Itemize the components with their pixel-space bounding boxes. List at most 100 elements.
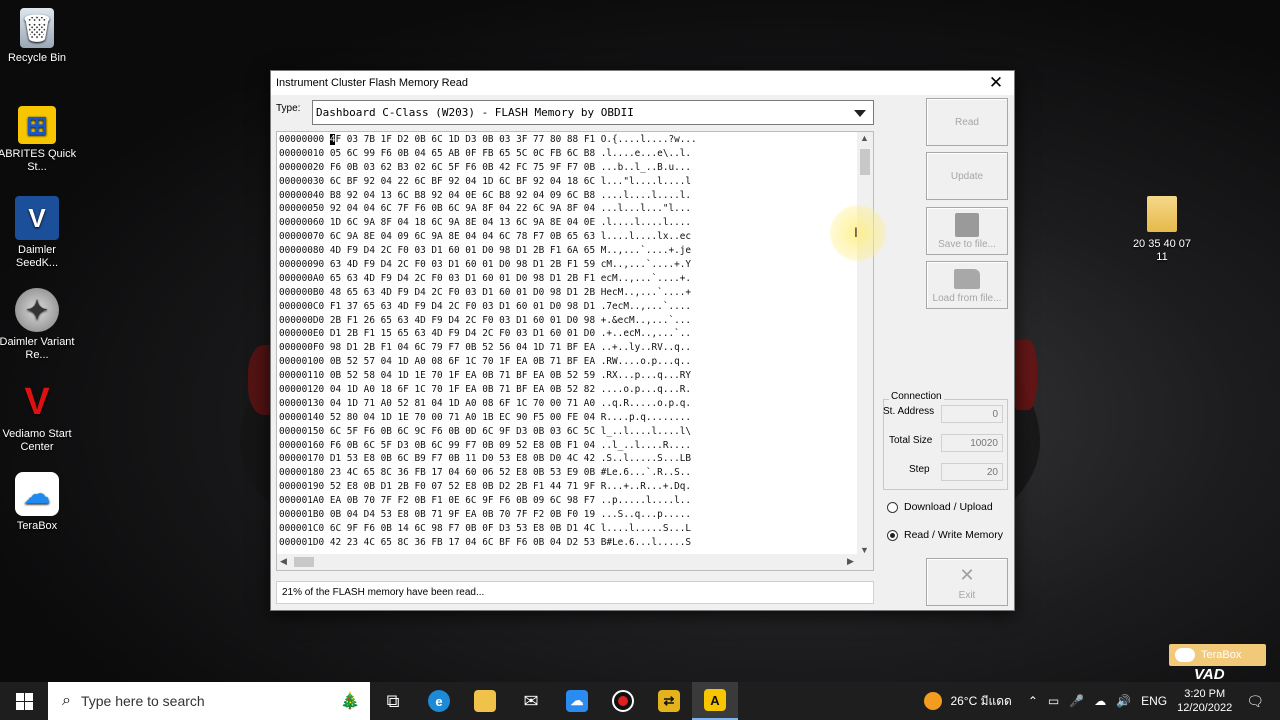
- hex-view[interactable]: 00000000 4F 03 7B 1F D2 0B 6C 1D D3 0B 0…: [276, 131, 874, 571]
- hex-bytes[interactable]: 4D F9 D4 2C F0 03 D1 60 01 D0 98 D1 2B F…: [330, 245, 595, 256]
- hex-bytes[interactable]: 05 6C 99 F6 0B 04 65 AB 0F FB 65 5C 0C F…: [330, 148, 595, 159]
- exit-button[interactable]: ✕ Exit: [926, 558, 1008, 606]
- horizontal-scrollbar[interactable]: ◀ ▶: [277, 554, 873, 570]
- chevron-down-icon[interactable]: [854, 110, 866, 117]
- window-title: Instrument Cluster Flash Memory Read: [276, 77, 468, 89]
- hex-bytes[interactable]: 2B F1 26 65 63 4D F9 D4 2C F0 03 D1 60 0…: [330, 315, 595, 326]
- hex-bytes[interactable]: 4F 03 7B 1F D2 0B 6C 1D D3 0B 03 3F 77 8…: [329, 134, 595, 145]
- taskbar-search[interactable]: ⌕ Type here to search 🎄: [48, 682, 370, 720]
- taskbar-explorer[interactable]: [462, 682, 508, 720]
- desktop-icon-recycle-bin[interactable]: 🗑 Recycle Bin: [0, 8, 77, 65]
- step-field[interactable]: 20: [941, 463, 1003, 481]
- hex-bytes[interactable]: 04 1D A0 18 6F 1C 70 1F EA 0B 71 BF EA 0…: [330, 384, 595, 395]
- taskbar: ⌕ Type here to search 🎄 ⧉ e ✉ ☁ ⇄ A 26°C…: [0, 682, 1280, 720]
- window-titlebar[interactable]: Instrument Cluster Flash Memory Read ✕: [271, 71, 1014, 95]
- load-from-file-button[interactable]: Load from file...: [926, 261, 1008, 309]
- hex-bytes[interactable]: 98 D1 2B F1 04 6C 79 F7 0B 52 56 04 1D 7…: [330, 342, 595, 353]
- start-button[interactable]: [0, 682, 48, 720]
- hex-bytes[interactable]: 6C BF 92 04 22 6C BF 92 04 1D 6C BF 92 0…: [330, 176, 595, 187]
- desktop-folder[interactable]: 20 35 40 07 11: [1132, 196, 1192, 264]
- taskbar-recorder[interactable]: [600, 682, 646, 720]
- hex-bytes[interactable]: 65 63 4D F9 D4 2C F0 03 D1 60 01 D0 98 D…: [330, 273, 595, 284]
- terabox-notification[interactable]: TeraBox: [1169, 644, 1266, 666]
- hex-bytes[interactable]: F1 37 65 63 4D F9 D4 2C F0 03 D1 60 01 D…: [330, 301, 595, 312]
- download-upload-radio[interactable]: Download / Upload: [887, 501, 993, 513]
- type-dropdown[interactable]: Dashboard C-Class (W203) - FLASH Memory …: [312, 100, 874, 125]
- hex-address: 00000020: [279, 161, 330, 173]
- hex-address: 000001A0: [279, 495, 330, 507]
- daimler-seedkey-icon: V: [15, 196, 59, 240]
- taskbar-app-yellow[interactable]: ⇄: [646, 682, 692, 720]
- flash-memory-window: Instrument Cluster Flash Memory Read ✕ T…: [270, 70, 1015, 611]
- hex-bytes[interactable]: 6C 9A 8E 04 09 6C 9A 8E 04 04 6C 78 F7 0…: [330, 231, 595, 242]
- hex-bytes[interactable]: 92 04 04 6C 7F F6 0B 6C 9A 8F 04 22 6C 9…: [330, 203, 595, 214]
- hex-bytes[interactable]: B8 92 04 13 6C B8 92 04 0E 6C B8 92 04 0…: [330, 190, 595, 201]
- hex-row: 000001D0 42 23 4C 65 8C 36 FB 17 04 6C B…: [279, 536, 859, 550]
- hex-bytes[interactable]: 52 80 04 1D 1E 70 00 71 A0 1B EC 90 F5 0…: [330, 412, 595, 423]
- desktop-icon-terabox[interactable]: ☁ TeraBox: [0, 472, 77, 533]
- chevron-up-icon[interactable]: ⌃: [1028, 694, 1038, 708]
- hex-ascii: ..p.....l....l..: [595, 495, 692, 507]
- hex-address: 00000030: [279, 175, 330, 187]
- hex-bytes[interactable]: 6C 9F F6 0B 14 6C 98 F7 0B 0F D3 53 E8 0…: [330, 523, 595, 534]
- hex-bytes[interactable]: 48 65 63 4D F9 D4 2C F0 03 D1 60 01 D0 9…: [330, 287, 595, 298]
- hex-row: 00000070 6C 9A 8E 04 09 6C 9A 8E 04 04 6…: [279, 230, 859, 244]
- hex-bytes[interactable]: 0B 52 58 04 1D 1E 70 1F EA 0B 71 BF EA 0…: [330, 370, 595, 381]
- hex-bytes[interactable]: 1D 6C 9A 8F 04 18 6C 9A 8E 04 13 6C 9A 8…: [330, 217, 595, 228]
- cloud-sync-icon[interactable]: ☁: [1094, 694, 1106, 708]
- desktop-icon-daimler-variant[interactable]: ✦ Daimler Variant Re...: [0, 288, 77, 362]
- vertical-scroll-thumb[interactable]: [860, 149, 870, 175]
- hex-bytes[interactable]: EA 0B 70 7F F2 0B F1 0E 6C 9F F6 0B 09 6…: [330, 495, 595, 506]
- desktop-icon-daimler-seedkey[interactable]: V Daimler SeedK...: [0, 196, 77, 270]
- hex-ascii: l_..l....l....l\: [595, 425, 692, 437]
- hex-bytes[interactable]: F6 0B 6C 5F D3 0B 6C 99 F7 0B 09 52 E8 0…: [330, 440, 595, 451]
- st-address-field[interactable]: 0: [941, 405, 1003, 423]
- close-icon[interactable]: ✕: [986, 73, 1006, 93]
- read-button[interactable]: Read: [926, 98, 1008, 146]
- hex-bytes[interactable]: 0B 52 57 04 1D A0 08 6F 1C 70 1F EA 0B 7…: [330, 356, 595, 367]
- hex-address: 00000000: [279, 134, 330, 145]
- desktop-icon-abrites[interactable]: ⊞ ABRITES Quick St...: [0, 106, 77, 174]
- desktop-icon-vediamo[interactable]: V Vediamo Start Center: [0, 380, 77, 454]
- desktop-icon-label: Daimler SeedK...: [15, 244, 59, 269]
- hex-bytes[interactable]: 0B 04 D4 53 E8 0B 71 9F EA 0B 70 7F F2 0…: [330, 509, 595, 520]
- taskbar-edge[interactable]: e: [416, 682, 462, 720]
- hex-bytes[interactable]: 42 23 4C 65 8C 36 FB 17 04 6C BF F6 0B 0…: [330, 537, 595, 548]
- hex-address: 00000190: [279, 481, 330, 493]
- hex-bytes[interactable]: 23 4C 65 8C 36 FB 17 04 60 06 52 E8 0B 5…: [330, 467, 595, 478]
- hex-bytes[interactable]: 52 E8 0B D1 2B F0 07 52 E8 0B D2 2B F1 4…: [330, 481, 595, 492]
- hex-bytes[interactable]: 6C 5F F6 0B 6C 9C F6 0B 0D 6C 9F D3 0B 0…: [330, 426, 595, 437]
- task-view-button[interactable]: ⧉: [370, 682, 416, 720]
- update-button[interactable]: Update: [926, 152, 1008, 200]
- hex-address: 00000170: [279, 453, 330, 465]
- scroll-up-icon[interactable]: ▲: [860, 133, 869, 143]
- hex-bytes[interactable]: D1 2B F1 15 65 63 4D F9 D4 2C F0 03 D1 6…: [330, 328, 595, 339]
- notification-icon[interactable]: 🗨: [1246, 693, 1264, 710]
- clock[interactable]: 3:20 PM 12/20/2022: [1177, 687, 1232, 715]
- microphone-icon[interactable]: 🎤: [1069, 694, 1084, 708]
- taskbar-abrites[interactable]: A: [692, 682, 738, 720]
- hex-row: 00000030 6C BF 92 04 22 6C BF 92 04 1D 6…: [279, 175, 859, 189]
- hex-ascii: +.&ecM..,...`...: [595, 314, 692, 326]
- weather-icon[interactable]: [924, 692, 943, 710]
- hex-bytes[interactable]: 63 4D F9 D4 2C F0 03 D1 60 01 D0 98 D1 2…: [330, 259, 595, 270]
- scroll-left-icon[interactable]: ◀: [280, 556, 287, 567]
- save-to-file-button[interactable]: Save to file...: [926, 207, 1008, 255]
- hex-bytes[interactable]: F6 0B 03 62 B3 02 6C 5F F6 0B 42 FC 75 9…: [330, 162, 595, 173]
- vertical-scrollbar[interactable]: ▲ ▼: [857, 132, 873, 556]
- hex-ascii: .S..l.....S...LB: [595, 453, 692, 465]
- network-icon[interactable]: ▭: [1048, 694, 1059, 708]
- hex-bytes[interactable]: 04 1D 71 A0 52 81 04 1D A0 08 6F 1C 70 0…: [330, 398, 595, 409]
- hex-address: 00000060: [279, 217, 330, 229]
- language-indicator[interactable]: ENG: [1141, 694, 1167, 708]
- read-write-memory-radio[interactable]: Read / Write Memory: [887, 529, 1003, 541]
- taskbar-terabox[interactable]: ☁: [554, 682, 600, 720]
- speaker-icon[interactable]: 🔊: [1116, 694, 1131, 708]
- taskbar-mail[interactable]: ✉: [508, 682, 554, 720]
- desktop-icon-label: Daimler Variant Re...: [0, 336, 75, 361]
- hex-bytes[interactable]: D1 53 E8 0B 6C B9 F7 0B 11 D0 53 E8 0B D…: [330, 453, 595, 464]
- hex-ascii: HecM..,...`....+: [595, 286, 692, 298]
- total-size-field[interactable]: 10020: [941, 434, 1003, 452]
- scroll-right-icon[interactable]: ▶: [847, 556, 854, 567]
- horizontal-scroll-thumb[interactable]: [294, 557, 314, 567]
